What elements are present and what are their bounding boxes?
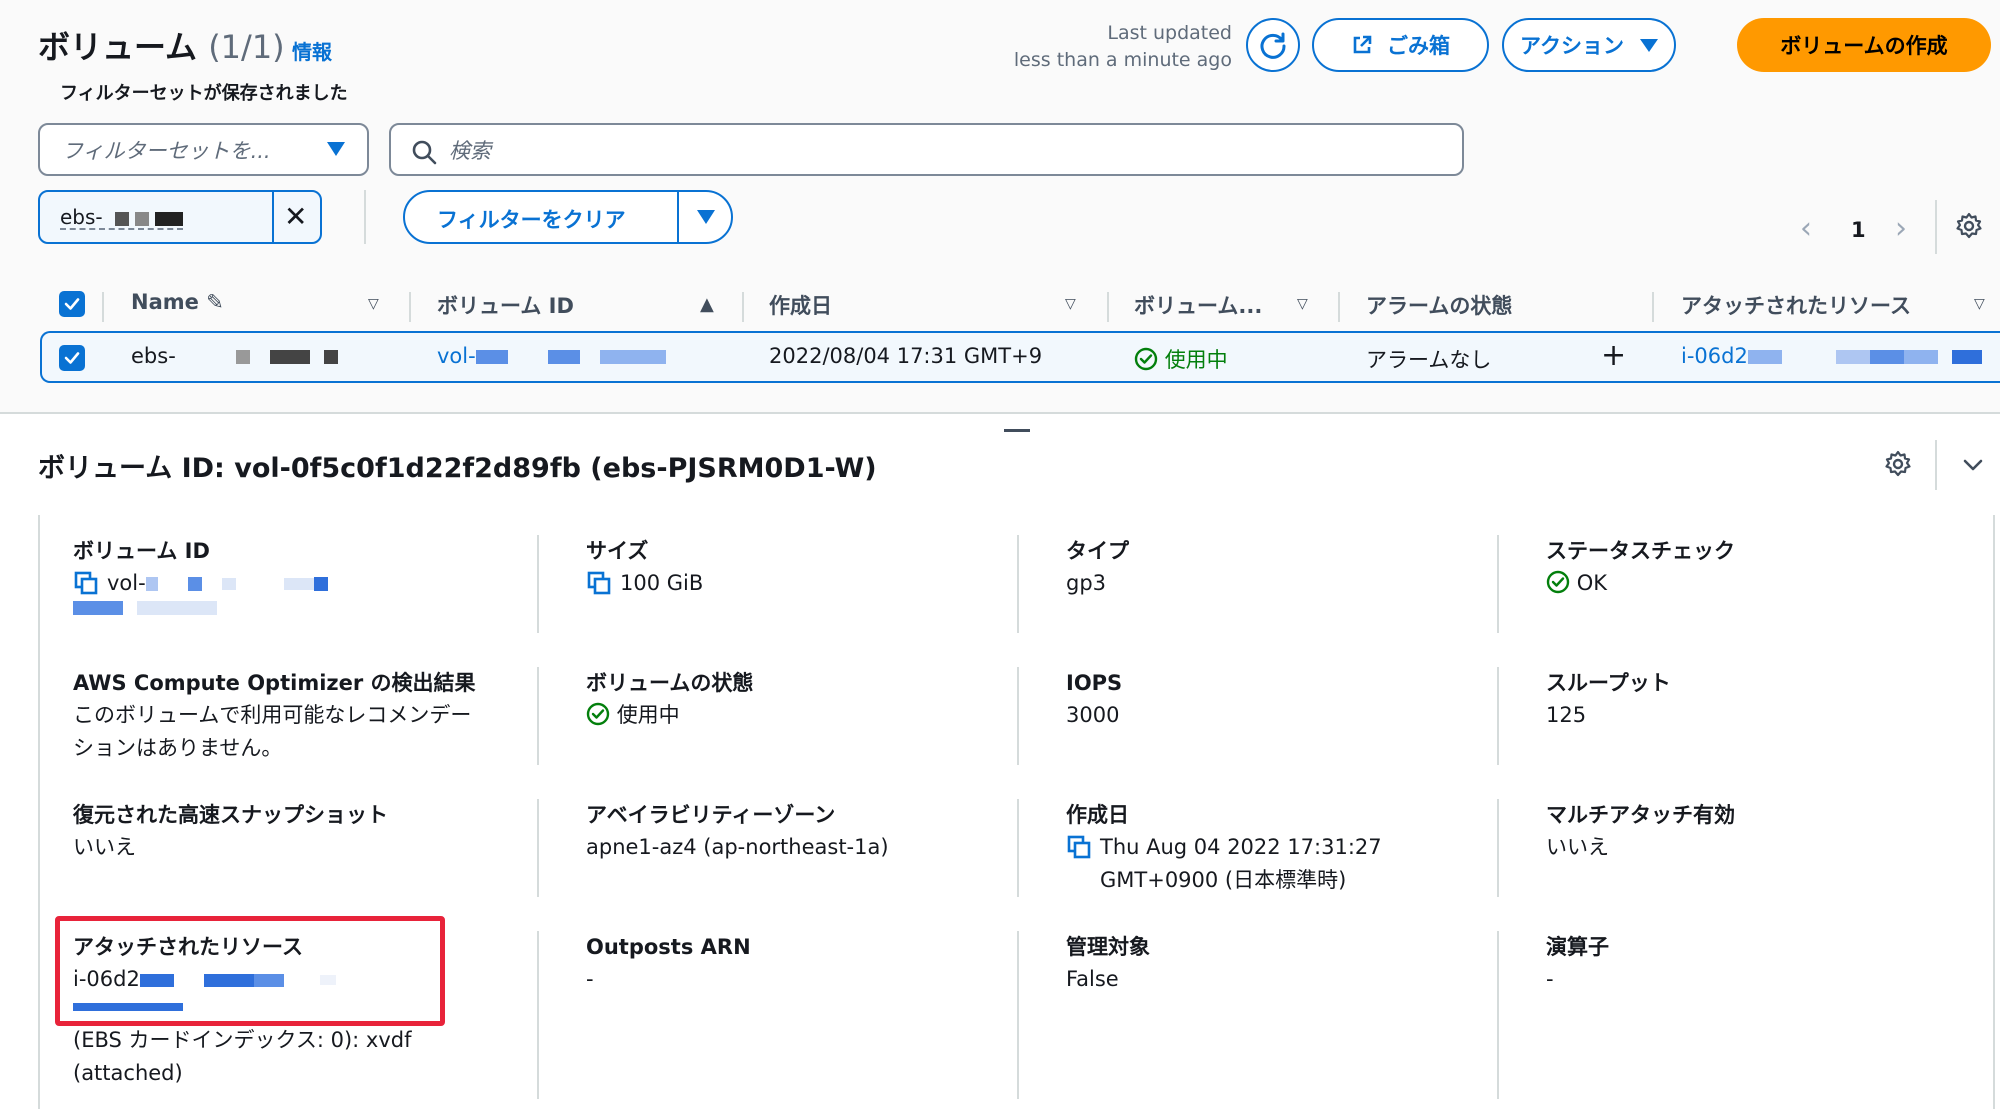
row-alarm: アラームなし	[1366, 348, 1492, 372]
field-managed: 管理対象 False	[1066, 935, 1150, 991]
check-icon	[64, 298, 80, 310]
check-icon	[64, 352, 80, 364]
field-operator: 演算子 -	[1546, 935, 1609, 991]
field-volume-id: ボリューム ID vol-	[73, 535, 328, 619]
field-outposts-arn: Outposts ARN -	[586, 935, 751, 991]
field-iops: IOPS 3000	[1066, 671, 1123, 727]
field-type: タイプ gp3	[1066, 539, 1129, 595]
page-title: ボリューム (1/1)	[38, 28, 285, 66]
caret-down-icon	[1639, 38, 1658, 52]
resize-handle[interactable]	[1004, 429, 1030, 432]
table-settings-icon[interactable]	[1955, 212, 1983, 244]
column-header-attached[interactable]: アタッチされたリソース	[1681, 290, 1911, 320]
field-created: 作成日 Thu Aug 04 2022 17:31:27 GMT+0900 (日…	[1066, 803, 1382, 892]
caret-down-icon[interactable]	[697, 210, 715, 224]
filter-token[interactable]: ebs- ✕	[38, 190, 322, 244]
refresh-button[interactable]	[1246, 18, 1300, 72]
filterset-select[interactable]: フィルターセットを...	[38, 123, 369, 176]
field-throughput: スループット 125	[1546, 671, 1671, 727]
refresh-icon	[1260, 32, 1286, 59]
row-name: ebs-	[131, 344, 338, 368]
column-header-volume-state[interactable]: ボリューム...	[1134, 290, 1262, 320]
create-volume-button[interactable]: ボリュームの作成	[1737, 18, 1991, 72]
column-header-created[interactable]: 作成日	[769, 290, 832, 320]
row-checkbox[interactable]	[59, 345, 85, 371]
row-volume-id[interactable]: vol-	[437, 344, 666, 368]
row-attached[interactable]: i-06d2	[1681, 344, 1982, 368]
copy-icon[interactable]	[586, 570, 612, 596]
field-volume-state: ボリュームの状態 使用中	[586, 671, 754, 727]
highlight-box	[55, 916, 445, 1026]
row-state: 使用中	[1134, 344, 1228, 374]
clear-filters-button[interactable]: フィルターをクリア	[403, 190, 733, 244]
chevron-down-icon[interactable]	[1960, 452, 1986, 482]
actions-dropdown[interactable]: アクション	[1502, 18, 1676, 72]
sort-icon[interactable]: ▽	[1065, 296, 1076, 312]
sort-icon[interactable]: ▽	[1974, 296, 1985, 312]
row-created: 2022/08/04 17:31 GMT+9	[769, 344, 1043, 368]
copy-icon[interactable]	[73, 570, 99, 596]
field-compute-optimizer: AWS Compute Optimizer の検出結果 このボリュームで利用可能…	[73, 671, 476, 760]
recycle-bin-button[interactable]: ごみ箱	[1312, 18, 1489, 72]
search-input[interactable]: 検索	[389, 123, 1464, 176]
info-link[interactable]: 情報	[292, 36, 332, 65]
details-title: ボリューム ID: vol-0f5c0f1d22f2d89fb (ebs-PJS…	[38, 453, 877, 484]
success-icon	[1134, 347, 1158, 371]
last-updated: Last updated less than a minute ago	[1013, 22, 1232, 71]
field-fast-snapshot: 復元された高速スナップショット いいえ	[73, 803, 388, 859]
caret-down-icon	[327, 142, 345, 156]
filterset-label: フィルターセットが保存されました	[60, 83, 348, 104]
select-all-checkbox[interactable]	[59, 291, 85, 317]
edit-icon: ✎	[206, 290, 224, 314]
column-header-alarm[interactable]: アラームの状態	[1366, 290, 1512, 320]
column-header-volume-id[interactable]: ボリューム ID	[437, 290, 574, 320]
filter-token-label: ebs-	[60, 206, 184, 230]
field-status-check: ステータスチェック OK	[1546, 539, 1735, 595]
page-number[interactable]: 1	[1851, 218, 1866, 242]
sort-icon[interactable]: ▽	[368, 296, 379, 312]
field-availability-zone: アベイラビリティーゾーン apne1-az4 (ap-northeast-1a)	[586, 803, 889, 859]
previous-page-icon[interactable]: ‹	[1800, 214, 1812, 244]
success-icon	[586, 702, 610, 726]
sort-ascending-icon[interactable]: ▲	[700, 294, 714, 315]
search-icon	[412, 140, 437, 165]
field-multi-attach: マルチアタッチ有効 いいえ	[1546, 803, 1735, 859]
next-page-icon[interactable]: ›	[1895, 214, 1907, 244]
column-header-name[interactable]: Name ✎	[131, 290, 224, 314]
external-link-icon	[1353, 35, 1372, 54]
copy-icon[interactable]	[1066, 834, 1092, 860]
add-alarm-icon[interactable]: +	[1601, 338, 1626, 373]
sort-icon[interactable]: ▽	[1297, 296, 1308, 312]
remove-token-icon[interactable]: ✕	[284, 203, 307, 231]
field-size: サイズ 100 GiB	[586, 539, 704, 596]
details-settings-icon[interactable]	[1884, 450, 1912, 482]
success-icon	[1546, 570, 1570, 594]
